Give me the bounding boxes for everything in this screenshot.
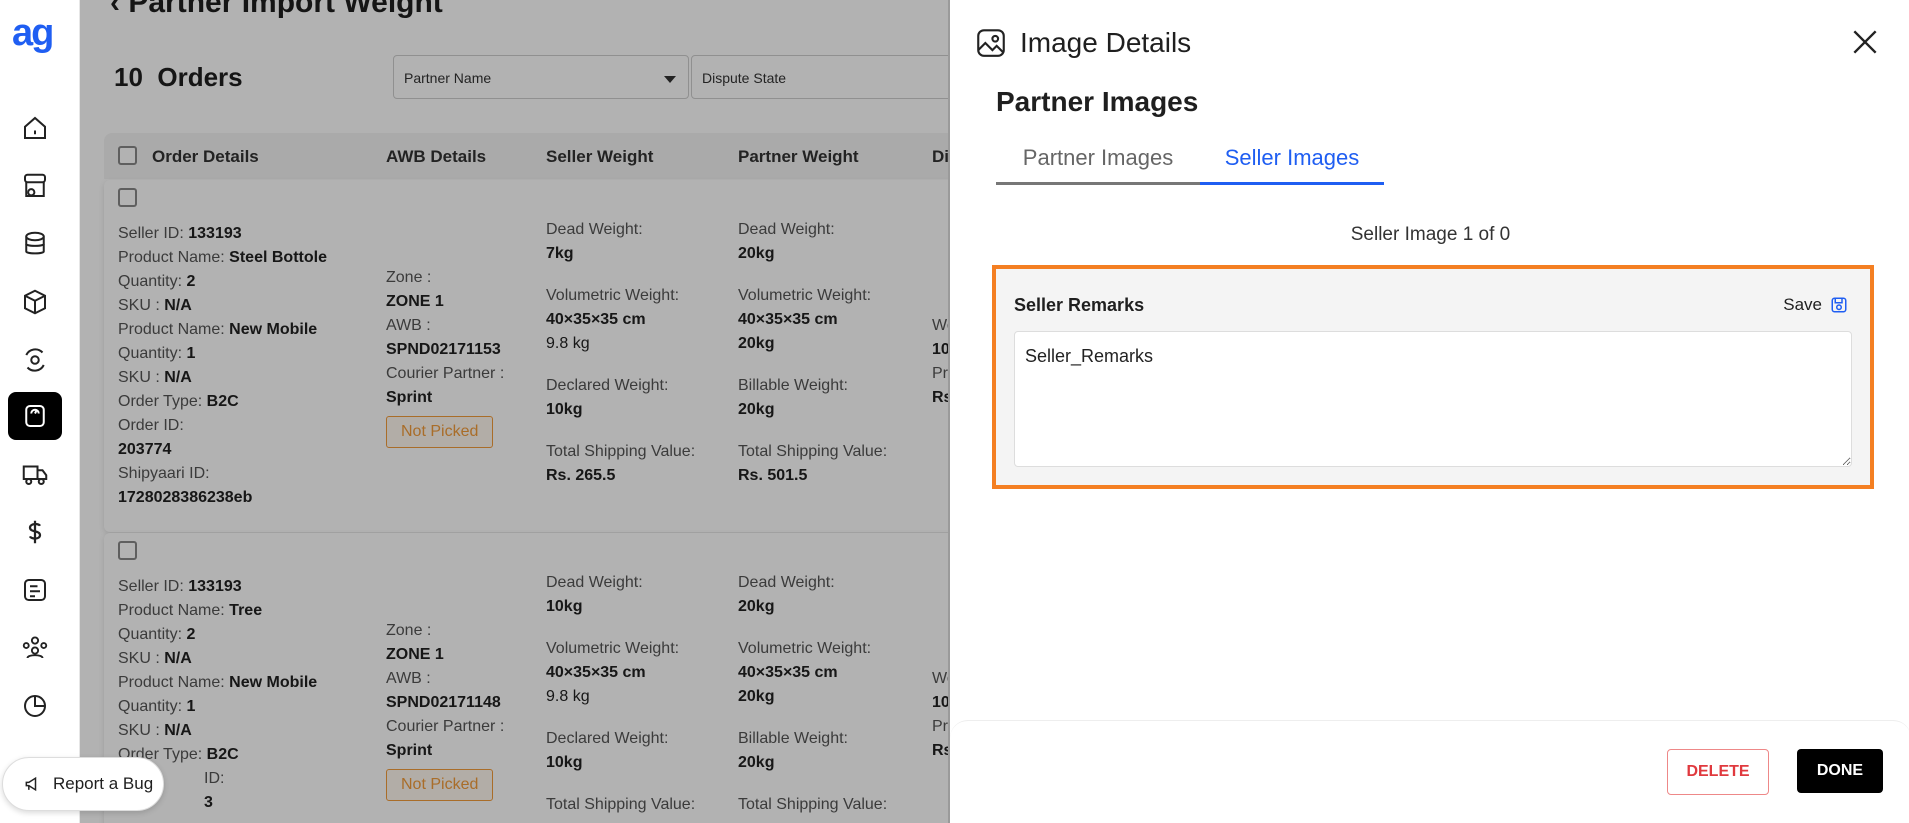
awb-details: Zone : ZONE 1 AWB : SPND02171153 Courier… [386, 266, 504, 448]
back-icon[interactable]: ‹ [110, 0, 128, 19]
column-header: Partner Weight [738, 147, 859, 166]
seller-weight: Dead Weight: 7kg Volumetric Weight: 40×3… [546, 221, 696, 484]
drawer-footer: DELETE DONE [950, 720, 1909, 823]
truck-icon[interactable] [8, 450, 62, 498]
report-bug-label: Report a Bug [53, 774, 154, 793]
invoice-icon[interactable] [8, 566, 62, 614]
image-tabs: Partner Images Seller Images [996, 145, 1384, 185]
orders-count: 10 Orders [114, 62, 243, 92]
chevron-down-icon [664, 76, 676, 83]
app-logo[interactable]: ag [12, 14, 60, 58]
team-icon[interactable] [8, 624, 62, 672]
home-icon[interactable] [8, 104, 62, 152]
done-button[interactable]: DONE [1797, 749, 1883, 793]
sidebar: ag [0, 0, 80, 823]
partner-name-select[interactable]: Partner Name [393, 55, 689, 99]
order-details: Seller ID: 133193 Product Name: Steel Bo… [118, 225, 327, 506]
row-checkbox[interactable] [118, 188, 137, 207]
awb-details: Zone : ZONE 1 AWB : SPND02171148 Courier… [386, 619, 504, 801]
box-icon[interactable] [8, 278, 62, 326]
seller-remarks-textarea[interactable]: Seller_Remarks [1014, 331, 1852, 467]
image-counter: Seller Image 1 of 0 [1350, 224, 1511, 245]
close-icon[interactable] [1849, 26, 1881, 58]
dispute-state-select[interactable]: Dispute State [691, 55, 950, 99]
page-title: ‹ Partner Import Weight [110, 0, 443, 20]
image-icon [977, 29, 1005, 57]
main-content: ‹ Partner Import Weight 10 Orders Partne… [80, 0, 950, 823]
status-badge: Not Picked [386, 769, 494, 801]
section-title: Partner Images [996, 86, 1199, 117]
save-label: Save [1783, 295, 1822, 314]
column-header: Seller Weight [546, 147, 654, 166]
dollar-icon[interactable] [8, 508, 62, 556]
drawer-title: Image Details [1020, 27, 1192, 58]
order-row: Seller ID: 133193 Product Name: Tree Qua… [104, 533, 950, 823]
status-badge: Not Picked [386, 416, 494, 448]
weight-icon[interactable] [8, 392, 62, 440]
tab-partner-images[interactable]: Partner Images [996, 145, 1200, 185]
store-icon[interactable] [8, 162, 62, 210]
image-details-drawer: Image Details Partner Images Partner Ima… [948, 0, 1909, 823]
order-row: Seller ID: 133193 Product Name: Steel Bo… [104, 180, 950, 532]
pie-chart-icon[interactable] [8, 682, 62, 730]
row-checkbox[interactable] [118, 541, 137, 560]
partner-weight: Dead Weight: 20kg Volumetric Weight: 40×… [738, 221, 888, 484]
save-button[interactable]: Save [1783, 295, 1848, 315]
megaphone-icon [25, 776, 37, 792]
seller-remarks-panel: Seller Remarks Save Seller_Remarks [992, 265, 1874, 489]
column-header: Di [932, 147, 949, 166]
save-icon [1831, 297, 1847, 313]
table-header: Order Details AWB Details Seller Weight … [104, 133, 950, 179]
remarks-label: Seller Remarks [1014, 295, 1145, 315]
settings-cycle-icon[interactable] [8, 336, 62, 384]
partner-weight: Dead Weight: 20kg Volumetric Weight: 40×… [738, 574, 888, 813]
column-header: Order Details [152, 147, 259, 166]
select-all-checkbox[interactable] [118, 146, 137, 165]
tab-seller-images[interactable]: Seller Images [1200, 145, 1384, 185]
delete-button[interactable]: DELETE [1667, 749, 1769, 795]
database-icon[interactable] [8, 220, 62, 268]
column-header: AWB Details [386, 147, 487, 166]
drawer-header: Image Details [974, 26, 1191, 60]
seller-weight: Dead Weight: 10kg Volumetric Weight: 40×… [546, 574, 696, 813]
report-bug-button[interactable]: Report a Bug [2, 757, 164, 811]
